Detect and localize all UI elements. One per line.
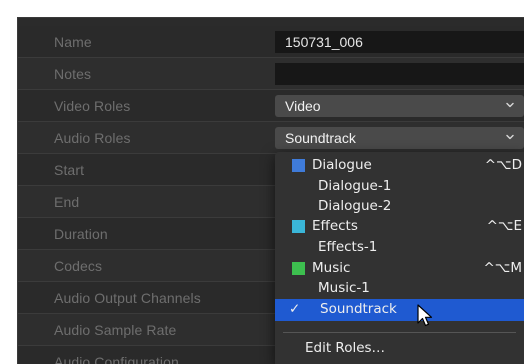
menu-item-label: Dialogue	[312, 157, 372, 173]
inspector-row-label: Duration	[54, 226, 108, 242]
menu-item-label: Dialogue-1	[318, 178, 392, 194]
audio-roles-menu: Dialogue ^⌥D Dialogue-1 Dialogue-2 Effects ^⌥…	[275, 152, 524, 364]
inspector-row-label: Start	[54, 162, 85, 178]
role-color-swatch	[292, 220, 305, 233]
popup-value: Video	[285, 98, 321, 114]
keyboard-shortcut: ^⌥E	[486, 218, 522, 234]
name-field[interactable]: 150731_006	[275, 31, 524, 53]
inspector-row-label: Audio Output Channels	[54, 290, 201, 306]
role-color-swatch	[292, 262, 305, 275]
menu-item-music-1[interactable]: Music-1	[275, 278, 524, 298]
menu-separator	[283, 332, 516, 333]
menu-item-music[interactable]: Music ^⌥M	[275, 258, 524, 278]
inspector-row: Notes	[18, 58, 524, 90]
inspector-row: Name 150731_006	[18, 26, 524, 58]
menu-item-dialogue-1[interactable]: Dialogue-1	[275, 176, 524, 196]
chevron-down-icon	[506, 134, 514, 140]
inspector-row-label: Video Roles	[54, 98, 131, 114]
menu-item-label: Soundtrack	[320, 301, 397, 317]
inspector-row-label: Audio Roles	[54, 130, 131, 146]
keyboard-shortcut: ^⌥M	[483, 260, 522, 276]
menu-item-dialogue[interactable]: Dialogue ^⌥D	[275, 155, 524, 175]
inspector-row-label: Name	[54, 34, 92, 50]
menu-item-label: Edit Roles…	[305, 340, 386, 356]
menu-item-effects[interactable]: Effects ^⌥E	[275, 216, 524, 236]
audio-roles-popup[interactable]: Soundtrack	[275, 127, 524, 149]
inspector-row-label: Audio Configuration	[54, 354, 179, 364]
inspector-row-label: Notes	[54, 66, 92, 82]
inspector-row-label: End	[54, 194, 80, 210]
menu-item-label: Music-1	[318, 280, 370, 296]
role-color-swatch	[292, 159, 305, 172]
checkmark-icon: ✓	[289, 301, 301, 317]
mouse-cursor-icon	[417, 304, 433, 327]
inspector-row-label: Codecs	[54, 258, 103, 274]
menu-item-label: Music	[312, 260, 351, 276]
video-roles-popup[interactable]: Video	[275, 95, 524, 117]
menu-item-label: Effects	[312, 218, 358, 234]
chevron-down-icon	[506, 102, 514, 108]
popup-value: Soundtrack	[285, 130, 356, 146]
menu-item-edit-roles[interactable]: Edit Roles…	[275, 337, 524, 359]
menu-item-dialogue-2[interactable]: Dialogue-2	[275, 196, 524, 216]
menu-item-label: Effects-1	[318, 239, 378, 255]
notes-field[interactable]	[275, 63, 524, 85]
inspector-row: Audio Roles Soundtrack	[18, 122, 524, 154]
menu-item-label: Dialogue-2	[318, 198, 392, 214]
keyboard-shortcut: ^⌥D	[484, 157, 522, 173]
menu-item-effects-1[interactable]: Effects-1	[275, 237, 524, 257]
menu-item-soundtrack[interactable]: ✓ Soundtrack	[275, 299, 524, 321]
inspector-row-label: Audio Sample Rate	[54, 322, 177, 338]
inspector-row: Video Roles Video	[18, 90, 524, 122]
